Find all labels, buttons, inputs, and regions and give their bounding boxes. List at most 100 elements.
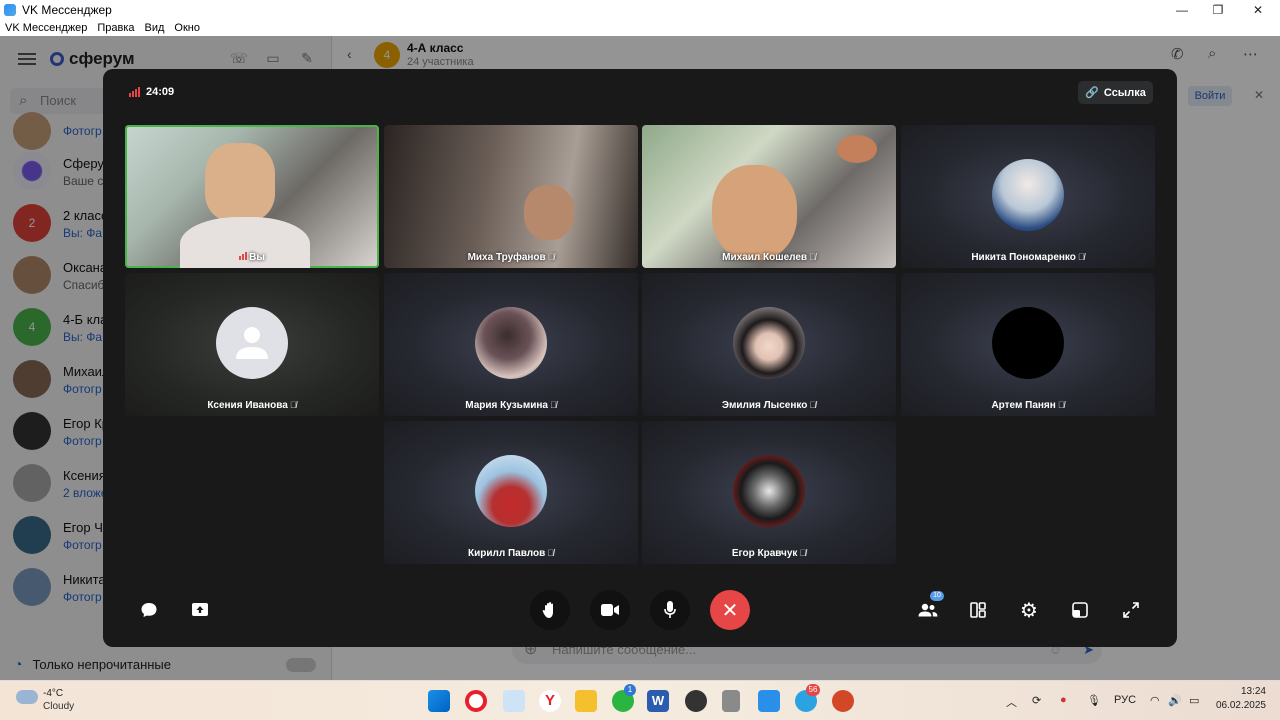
participant-tile[interactable]: Эмилия Лысенко 🎙̸: [642, 273, 896, 416]
call-duration: 24:09: [146, 86, 175, 98]
telegram-icon[interactable]: 56: [795, 684, 820, 712]
file-explorer-icon[interactable]: [575, 690, 597, 712]
maximize-button[interactable]: ❐: [1200, 0, 1236, 20]
obs-icon[interactable]: [685, 690, 707, 712]
menu-item-window[interactable]: Окно: [174, 22, 200, 34]
copy-link-button[interactable]: 🔗 Ссылка: [1078, 81, 1153, 104]
participant-name-text: Мария Кузьмина: [465, 400, 548, 411]
menu-item-edit[interactable]: Правка: [97, 22, 134, 34]
layout-icon: [970, 602, 986, 618]
participant-tile[interactable]: Ксения Иванова 🎙̸: [125, 273, 379, 416]
participant-name-text: Кирилл Павлов: [468, 548, 546, 559]
system-clock[interactable]: 13:24 06.02.2025: [1214, 686, 1266, 711]
call-timer: 24:09: [129, 86, 174, 98]
mic-muted-icon: 🎙̸: [1077, 252, 1085, 262]
tray-app-icon[interactable]: ●: [1060, 694, 1067, 706]
raise-hand-icon: [542, 602, 553, 618]
participants-count-badge: 10: [930, 591, 944, 601]
mic-muted-icon: 🎙̸: [809, 252, 816, 262]
participant-name: Егор Кравчук 🎙̸: [642, 548, 896, 559]
tray-chevron-icon[interactable]: ︿: [1006, 694, 1017, 710]
end-call-icon: ✕: [721, 599, 739, 622]
mic-muted-icon: 🎙̸: [549, 400, 557, 410]
layout-button[interactable]: [958, 590, 998, 630]
video-feed: [837, 135, 877, 163]
participant-avatar: [992, 307, 1064, 379]
end-call-button[interactable]: ✕: [710, 590, 750, 630]
weather-temperature: -4°C: [43, 688, 64, 699]
participant-tile[interactable]: Егор Кравчук 🎙̸: [642, 421, 896, 564]
wifi-icon[interactable]: ◠: [1150, 694, 1160, 707]
tray-microphone-icon[interactable]: 🎙: [1087, 694, 1101, 707]
participant-tile[interactable]: Артем Панян 🎙̸: [901, 273, 1155, 416]
participant-tile[interactable]: Миха Труфанов 🎙̸: [384, 125, 638, 268]
participants-icon: [918, 603, 938, 617]
participant-avatar: [475, 307, 547, 379]
participant-name-text: Егор Кравчук: [731, 548, 798, 559]
picture-in-picture-button[interactable]: [1060, 590, 1100, 630]
participant-name-text: Михаил Кошелев: [722, 252, 808, 263]
menu-item-app[interactable]: VK Мессенджер: [5, 22, 87, 34]
settings-button[interactable]: ⚙: [1009, 590, 1049, 630]
picture-in-picture-icon: [1072, 602, 1088, 618]
participant-avatar: [733, 455, 805, 527]
whatsapp-icon[interactable]: 1: [612, 684, 636, 712]
participant-name: Михаил Кошелев 🎙̸: [642, 252, 896, 263]
opera-icon[interactable]: [465, 690, 487, 712]
gear-icon: ⚙: [1020, 599, 1038, 622]
vk-messenger-app-icon: [4, 4, 16, 16]
menu-item-view[interactable]: Вид: [145, 22, 165, 34]
participant-tile[interactable]: Михаил Кошелев 🎙̸: [642, 125, 896, 268]
participant-name-text: Ксения Иванова: [207, 400, 288, 411]
participant-name: Эмилия Лысенко 🎙̸: [642, 400, 896, 411]
close-button[interactable]: ✕: [1240, 0, 1276, 20]
microphone-icon: [664, 601, 676, 618]
copy-link-label: Ссылка: [1103, 86, 1146, 99]
participant-tile[interactable]: Кирилл Павлов 🎙̸: [384, 421, 638, 564]
participant-tile[interactable]: Мария Кузьмина 🎙̸: [384, 273, 638, 416]
camera-button[interactable]: [590, 590, 630, 630]
participant-tile[interactable]: Никита Пономаренко 🎙̸: [901, 125, 1155, 268]
yandex-browser-icon[interactable]: Y: [539, 690, 561, 712]
minimize-button[interactable]: —: [1164, 0, 1200, 20]
video-feed: [712, 165, 797, 260]
mic-muted-icon: 🎙̸: [1057, 400, 1065, 410]
camera-icon: [601, 604, 619, 616]
telegram-badge: 56: [806, 684, 820, 696]
participant-name: Мария Кузьмина 🎙̸: [384, 400, 638, 411]
language-indicator[interactable]: РУС: [1114, 694, 1136, 706]
powerpoint-icon[interactable]: [832, 690, 854, 712]
participant-tile-self[interactable]: Вы: [125, 125, 379, 268]
participants-button[interactable]: 10: [908, 590, 948, 630]
video-feed: [205, 143, 275, 221]
signal-icon: [129, 87, 140, 97]
usb-icon[interactable]: [722, 690, 740, 712]
window-title: VK Мессенджер: [22, 3, 112, 17]
screen-share-button[interactable]: [180, 590, 220, 630]
participant-name-text: Миха Труфанов: [467, 252, 546, 263]
windows-taskbar: -4°C Cloudy Y 1 W 56 ︿ ⟳ ● 🎙 РУС ◠ 🔊 ▭ 1…: [0, 680, 1280, 720]
volume-icon[interactable]: 🔊: [1168, 694, 1182, 707]
clock-time: 13:24: [1240, 686, 1266, 697]
word-icon[interactable]: W: [647, 690, 669, 712]
participant-name: Кирилл Павлов 🎙̸: [384, 548, 638, 559]
microphone-button[interactable]: [650, 590, 690, 630]
start-icon[interactable]: [428, 690, 450, 712]
sync-icon[interactable]: ⟳: [1032, 694, 1041, 707]
cloud-icon: [16, 690, 38, 704]
speaking-icon: [239, 252, 248, 260]
battery-icon[interactable]: ▭: [1189, 694, 1199, 707]
raise-hand-button[interactable]: [530, 590, 570, 630]
fullscreen-button[interactable]: [1111, 590, 1151, 630]
chat-button[interactable]: [129, 590, 169, 630]
default-avatar: [216, 307, 288, 379]
snipping-tool-icon[interactable]: [503, 690, 525, 712]
whatsapp-badge: 1: [624, 684, 636, 696]
call-window: 24:09 🔗 Ссылка Вы Миха Труфанов 🎙̸ Михаил…: [103, 69, 1177, 647]
mic-muted-icon: 🎙̸: [547, 548, 554, 558]
vk-messenger-taskbar-icon[interactable]: [758, 690, 780, 712]
weather-condition: Cloudy: [43, 701, 75, 712]
video-feed: [524, 185, 574, 240]
screen-share-icon: [192, 603, 208, 616]
mic-muted-icon: 🎙̸: [547, 252, 555, 262]
